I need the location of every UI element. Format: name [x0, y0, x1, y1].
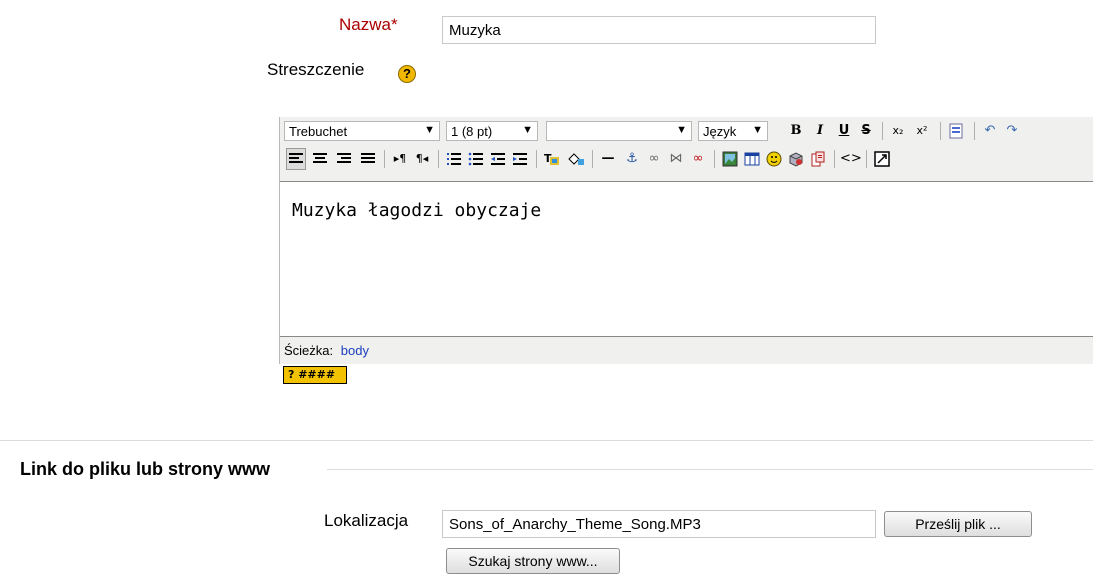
toolbar-separator: [834, 150, 835, 168]
language-select[interactable]: Język ▼: [698, 121, 768, 141]
help-icon[interactable]: ?: [398, 65, 416, 83]
rich-text-editor: Trebuchet ▼ 1 (8 pt) ▼ ▼ Język ▼ B I U S…: [279, 117, 1093, 364]
toolbar-separator: [536, 150, 537, 168]
chevron-down-icon: ▼: [424, 124, 435, 136]
toolbar-separator: [974, 122, 975, 140]
section-divider: [0, 440, 1093, 441]
undo-icon[interactable]: ↶: [980, 120, 1000, 142]
font-family-value: Trebuchet: [289, 124, 348, 139]
editor-content: Muzyka łagodzi obyczaje: [292, 200, 542, 221]
bullet-list-icon[interactable]: [466, 148, 486, 170]
section-legend: Link do pliku lub strony www: [20, 459, 271, 479]
name-input[interactable]: [442, 16, 876, 44]
editor-toolbar-row-1: Trebuchet ▼ 1 (8 pt) ▼ ▼ Język ▼ B I U S…: [280, 117, 1093, 145]
toolbar-separator: [592, 150, 593, 168]
horizontal-rule-icon[interactable]: —: [598, 148, 618, 170]
font-size-select[interactable]: 1 (8 pt) ▼: [446, 121, 538, 141]
chevron-down-icon: ▼: [752, 124, 763, 136]
page: Nazwa* Streszczenie ? Trebuchet ▼ 1 (8 p…: [0, 0, 1093, 574]
paste-html-icon[interactable]: [808, 148, 828, 170]
name-label: Nazwa*: [339, 15, 398, 35]
image-icon[interactable]: [720, 148, 740, 170]
chevron-down-icon: ▼: [676, 124, 687, 136]
align-justify-icon[interactable]: [358, 148, 378, 170]
summary-label: Streszczenie: [267, 60, 365, 79]
numbered-list-icon[interactable]: [444, 148, 464, 170]
align-center-icon[interactable]: [310, 148, 330, 170]
strikethrough-button[interactable]: S: [856, 120, 876, 142]
outdent-icon[interactable]: [488, 148, 508, 170]
legend-line: [327, 469, 1093, 470]
required-mark: *: [390, 15, 398, 34]
toolbar-separator: [940, 122, 941, 140]
paste-word-icon[interactable]: [946, 120, 966, 142]
editor-path-bar: Ścieżka: body: [280, 341, 1093, 361]
subscript-button[interactable]: x₂: [888, 120, 908, 142]
language-value: Język: [703, 124, 737, 139]
toolbar-separator: [866, 150, 867, 168]
toolbar-separator: [882, 122, 883, 140]
toolbar-separator: [438, 150, 439, 168]
toolbar-separator: [714, 150, 715, 168]
upload-file-button[interactable]: Prześlij plik ...: [884, 511, 1032, 537]
path-label: Ścieżka:: [284, 343, 334, 358]
fullscreen-icon[interactable]: [872, 148, 892, 170]
editor-toolbar-row-2: ▸¶ ¶◂ T — ⚓ ∞ ⋈ ∞ <>: [280, 145, 1093, 173]
bold-button[interactable]: B: [786, 120, 806, 142]
table-icon[interactable]: [742, 148, 762, 170]
path-body-link[interactable]: body: [341, 343, 369, 358]
keyboard-help-icon[interactable]: ? ####: [283, 366, 347, 384]
search-web-button[interactable]: Szukaj strony www...: [446, 548, 620, 574]
smiley-icon[interactable]: [764, 148, 784, 170]
rtl-icon[interactable]: ¶◂: [412, 148, 432, 170]
superscript-button[interactable]: x²: [912, 120, 932, 142]
align-right-icon[interactable]: [334, 148, 354, 170]
nolink-icon[interactable]: ∞: [688, 148, 708, 170]
unlink-icon[interactable]: ⋈: [666, 148, 686, 170]
name-label-text: Nazwa: [339, 15, 391, 34]
location-input[interactable]: [442, 510, 876, 538]
format-select[interactable]: ▼: [546, 121, 692, 141]
font-size-value: 1 (8 pt): [451, 124, 493, 139]
text-color-icon[interactable]: T: [542, 148, 562, 170]
italic-button[interactable]: I: [810, 120, 830, 142]
anchor-icon[interactable]: ⚓: [622, 148, 642, 170]
toolbar-separator: [384, 150, 385, 168]
link-icon[interactable]: ∞: [644, 148, 664, 170]
indent-icon[interactable]: [510, 148, 530, 170]
redo-icon[interactable]: ↷: [1002, 120, 1022, 142]
align-left-icon[interactable]: [286, 148, 306, 170]
ltr-icon[interactable]: ▸¶: [390, 148, 410, 170]
font-family-select[interactable]: Trebuchet ▼: [284, 121, 440, 141]
html-source-icon[interactable]: <>: [840, 148, 862, 170]
location-label: Lokalizacja: [324, 511, 409, 530]
editor-content-area[interactable]: Muzyka łagodzi obyczaje: [280, 181, 1093, 337]
media-icon[interactable]: [786, 148, 806, 170]
background-color-icon[interactable]: [566, 148, 586, 170]
chevron-down-icon: ▼: [522, 124, 533, 136]
underline-button[interactable]: U: [834, 120, 854, 142]
